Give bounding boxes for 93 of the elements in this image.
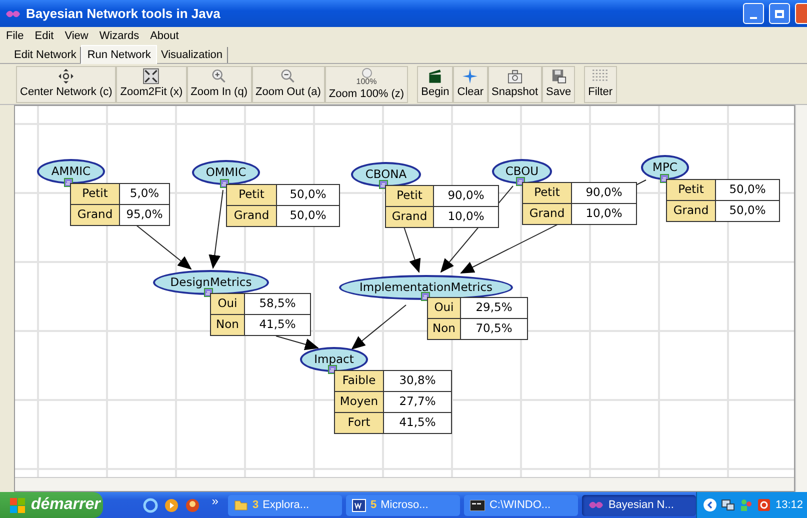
edge-arrow <box>136 224 192 270</box>
probability-value: 50,0% <box>728 181 767 198</box>
toolbar-button[interactable]: Center Network (c) <box>16 66 116 102</box>
menu-item[interactable]: Edit <box>34 28 54 44</box>
shield-icon <box>757 498 772 512</box>
tab[interactable]: Run Network <box>81 45 157 64</box>
vertical-scrollbar[interactable] <box>795 105 807 492</box>
node-icon <box>220 179 229 188</box>
state-label: Petit <box>227 185 277 205</box>
probability-value: 29,5% <box>474 299 514 316</box>
probability-value: 90,0% <box>584 184 624 202</box>
toolbar-button[interactable]: Clear <box>453 66 488 102</box>
node-ellipse[interactable]: AMMIC <box>37 159 105 184</box>
node-icon <box>379 180 388 189</box>
toolbar-button[interactable]: Zoom In (q) <box>186 66 252 102</box>
toolbar-button[interactable]: Begin <box>417 66 454 102</box>
toolbar-button[interactable]: Save <box>542 66 576 102</box>
edge-arrow <box>351 304 406 350</box>
edge-arrow <box>276 336 319 350</box>
probability-value: 30,8% <box>398 372 437 390</box>
node-icon <box>660 174 669 183</box>
node-ellipse[interactable]: DesignMetrics <box>153 270 269 295</box>
horizontal-scrollbar[interactable] <box>15 477 794 491</box>
state-label: Petit <box>523 183 572 203</box>
taskbar-button[interactable]: 3 Explora... <box>228 494 342 516</box>
toolbar-button[interactable]: Snapshot <box>488 66 542 102</box>
windows-logo-icon <box>10 498 26 512</box>
probability-value: 95,0% <box>125 206 164 224</box>
state-label: Petit <box>386 186 434 206</box>
node-ellipse[interactable]: MPC <box>641 155 689 180</box>
menu-item[interactable]: Wizards <box>99 28 140 44</box>
edge-arrow <box>404 226 421 273</box>
folder-icon <box>234 499 248 511</box>
maximize-button[interactable] <box>769 3 790 24</box>
node-ellipse[interactable]: CBOU <box>492 159 552 184</box>
node-ellipse[interactable]: Impact <box>300 347 368 372</box>
state-label: Grand <box>227 206 277 226</box>
node-icon <box>64 178 73 187</box>
node-icon <box>204 288 213 297</box>
state-label: Grand <box>523 204 572 224</box>
people-icon <box>739 498 754 512</box>
menu-item[interactable]: File <box>6 28 24 44</box>
toolbar-button[interactable]: Zoom Out (a) <box>252 66 325 102</box>
taskbar-button[interactable]: C:\WINDO... <box>464 494 578 516</box>
menu-item[interactable]: About <box>150 28 179 44</box>
node-icon <box>516 177 525 186</box>
network-icon <box>721 498 736 512</box>
probability-value: 70,5% <box>474 320 514 338</box>
circle-app-icon <box>184 498 200 512</box>
probability-value: 50,0% <box>728 202 767 220</box>
toolbar-button[interactable]: Zoom2Fit (x) <box>116 66 187 102</box>
probability-value: 41,5% <box>258 316 297 334</box>
browser-icon <box>142 498 158 512</box>
probability-value: 50,0% <box>288 207 328 224</box>
document-icon <box>352 498 366 512</box>
state-label: Grand <box>667 201 716 221</box>
state-label: Oui <box>428 298 461 318</box>
node-ellipse[interactable]: OMMIC <box>192 160 260 185</box>
toolbar-button[interactable]: Filter <box>584 66 617 102</box>
state-label: Grand <box>71 205 120 225</box>
more-chevron[interactable]: » <box>212 492 218 510</box>
console-icon <box>470 500 486 510</box>
state-label: Petit <box>667 180 716 200</box>
media-player-icon <box>164 498 179 512</box>
state-label: Grand <box>386 207 434 227</box>
menu-item[interactable]: View <box>64 28 88 44</box>
probability-value: 58,5% <box>258 295 297 312</box>
probability-value: 5,0% <box>128 185 160 202</box>
taskbar-button[interactable]: 5 Microso... <box>346 494 460 516</box>
probability-value: 10,0% <box>584 205 624 222</box>
state-label: Faible <box>335 371 384 391</box>
probability-value: 50,0% <box>288 186 328 204</box>
state-label: Oui <box>211 294 245 314</box>
node-icon <box>421 292 430 301</box>
node-icon <box>328 365 337 374</box>
window-title: Bayesian Network tools in Java <box>26 4 222 23</box>
probability-value: 10,0% <box>446 208 486 226</box>
state-label: Petit <box>71 184 120 204</box>
app-icon <box>588 500 604 510</box>
probability-value: 41,5% <box>398 414 437 432</box>
state-label: Non <box>211 315 245 335</box>
node-ellipse[interactable]: ImplementationMetrics <box>339 275 513 300</box>
node-ellipse[interactable]: CBONA <box>351 162 421 187</box>
probability-value: 27,7% <box>398 393 437 410</box>
state-label: Moyen <box>335 392 384 412</box>
clock: 13:12 <box>775 498 803 513</box>
minimize-button[interactable] <box>743 3 764 24</box>
taskbar-button[interactable]: Bayesian N... <box>582 494 696 516</box>
close-button[interactable] <box>795 3 807 24</box>
probability-value: 90,0% <box>446 187 486 204</box>
toolbar-button[interactable]: 100% Zoom 100% (z) <box>324 66 408 102</box>
state-label: Non <box>428 319 461 339</box>
state-label: Fort <box>335 413 384 433</box>
